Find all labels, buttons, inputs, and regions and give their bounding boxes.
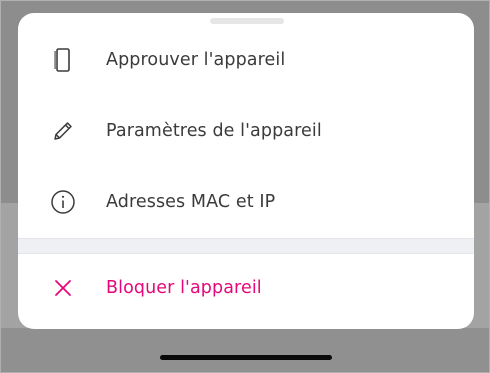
sheet-grabber-handle[interactable] bbox=[210, 18, 284, 24]
pencil-icon bbox=[48, 116, 78, 146]
device-settings-label: Paramètres de l'appareil bbox=[106, 121, 322, 141]
mac-ip-addresses-item[interactable]: Adresses MAC et IP bbox=[18, 172, 474, 232]
home-indicator[interactable] bbox=[160, 355, 332, 360]
close-icon bbox=[48, 273, 78, 303]
dimmed-background-bottom bbox=[1, 328, 489, 372]
approve-device-label: Approuver l'appareil bbox=[106, 50, 286, 70]
section-divider bbox=[18, 238, 474, 254]
block-device-label: Bloquer l'appareil bbox=[106, 278, 262, 298]
device-settings-item[interactable]: Paramètres de l'appareil bbox=[18, 101, 474, 161]
screen-frame: Approuver l'appareil Paramètres de l'app… bbox=[0, 0, 490, 373]
action-sheet: Approuver l'appareil Paramètres de l'app… bbox=[18, 13, 474, 329]
info-icon bbox=[48, 187, 78, 217]
phone-icon bbox=[48, 45, 78, 75]
approve-device-item[interactable]: Approuver l'appareil bbox=[18, 30, 474, 90]
mac-ip-addresses-label: Adresses MAC et IP bbox=[106, 192, 276, 212]
block-device-item[interactable]: Bloquer l'appareil bbox=[18, 258, 474, 318]
